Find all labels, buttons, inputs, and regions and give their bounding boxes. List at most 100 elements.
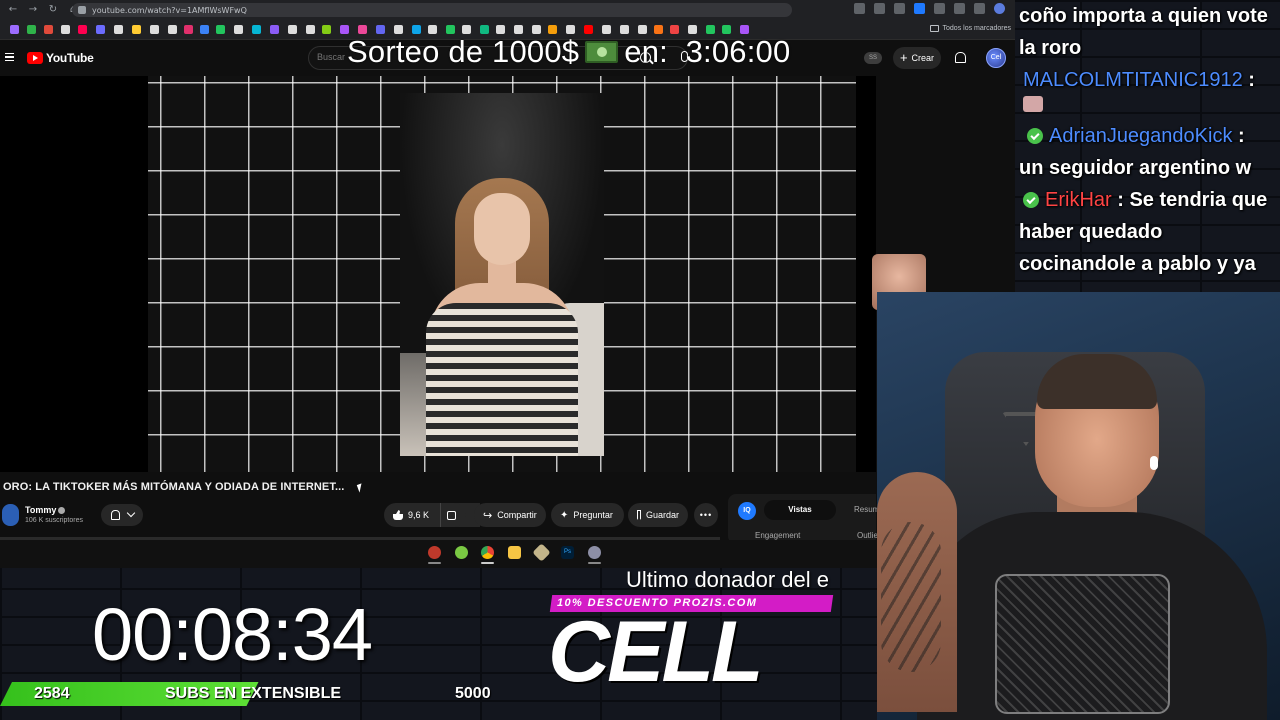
extension-icon[interactable] <box>914 3 925 14</box>
photoshop-icon[interactable]: Ps <box>561 546 574 559</box>
account-avatar[interactable]: Cel <box>986 48 1006 68</box>
bookmark-icon[interactable] <box>412 25 421 34</box>
bookmark-icon[interactable] <box>252 25 261 34</box>
subs-goal-target: 5000 <box>455 685 491 702</box>
extensions-puzzle-icon[interactable] <box>954 3 965 14</box>
share-button[interactable]: ↪ Compartir <box>474 503 546 527</box>
spotify-icon[interactable] <box>455 546 468 559</box>
bookmark-icon[interactable] <box>566 25 575 34</box>
subs-current: 2584 <box>34 685 70 702</box>
bookmark-icon[interactable] <box>706 25 715 34</box>
all-bookmarks-folder[interactable]: Todos los marcadores <box>929 25 1011 32</box>
bookmark-icon[interactable] <box>78 25 87 34</box>
bookmark-icon[interactable] <box>234 25 243 34</box>
download-icon[interactable] <box>974 3 985 14</box>
bookmark-icon[interactable] <box>462 25 471 34</box>
bookmark-icon[interactable] <box>446 25 455 34</box>
bookmark-icon[interactable] <box>306 25 315 34</box>
chat-emote <box>1023 96 1043 112</box>
subs-goal-label: SUBS EN EXTENSIBLE <box>165 685 342 702</box>
bookmark-icon[interactable] <box>168 25 177 34</box>
zoom-icon[interactable] <box>854 3 865 14</box>
bookmark-icon[interactable] <box>322 25 331 34</box>
bookmark-icon[interactable] <box>200 25 209 34</box>
bookmark-icon[interactable] <box>288 25 297 34</box>
file-explorer-icon[interactable] <box>508 546 521 559</box>
bookmark-icon[interactable] <box>654 25 663 34</box>
vidiq-panel: IQ Vistas Resumen Engagement Outlier <box>728 494 888 544</box>
vidiq-icon[interactable]: IQ <box>738 502 756 520</box>
dislike-button[interactable] <box>440 503 466 527</box>
reload-icon[interactable]: ↻ <box>46 3 60 17</box>
bookmark-icon[interactable] <box>514 25 523 34</box>
bookmark-icon[interactable] <box>638 25 647 34</box>
bookmark-icon[interactable] <box>27 25 36 34</box>
save-button[interactable]: Guardar <box>628 503 688 527</box>
more-actions-button[interactable]: ••• <box>694 503 718 527</box>
create-button[interactable]: + Crear <box>893 47 941 69</box>
channel-name[interactable]: Tommy <box>25 505 66 515</box>
bookmark-icon[interactable] <box>496 25 505 34</box>
back-icon[interactable]: ← <box>6 3 20 17</box>
ask-button[interactable]: ✦ Preguntar <box>551 503 624 527</box>
chat-line: AdrianJuegandoKick : <box>1019 120 1280 152</box>
bookmark-icon[interactable] <box>216 25 225 34</box>
channel-avatar[interactable] <box>2 504 19 526</box>
screenshot-icon[interactable] <box>874 3 885 14</box>
video-player[interactable] <box>0 76 876 472</box>
chat-message-text: : <box>1232 125 1245 147</box>
bookmark-icon[interactable] <box>602 25 611 34</box>
bookmark-icon[interactable] <box>394 25 403 34</box>
star-icon[interactable] <box>894 3 905 14</box>
chat-line: cocinandole a pablo y ya <box>1019 248 1280 280</box>
tab-vistas[interactable]: Vistas <box>764 500 836 520</box>
url-field[interactable]: youtube.com/watch?v=1AMflWsWFwQ <box>72 3 792 17</box>
youtube-play-icon <box>27 52 43 64</box>
last-donor-title: Ultimo donador del e <box>626 567 830 592</box>
bookmark-icon[interactable] <box>548 25 557 34</box>
bookmark-icon[interactable] <box>688 25 697 34</box>
chrome-icon[interactable] <box>481 546 494 559</box>
obs-icon[interactable] <box>428 546 441 559</box>
bookmark-icon[interactable] <box>44 25 53 34</box>
bookmark-icon[interactable] <box>532 25 541 34</box>
bookmark-icon[interactable] <box>722 25 731 34</box>
bookmark-icon[interactable] <box>114 25 123 34</box>
webcam-feed <box>877 292 1280 720</box>
bookmark-icon[interactable] <box>270 25 279 34</box>
site-info-icon[interactable] <box>78 6 86 14</box>
bookmark-icon[interactable] <box>740 25 749 34</box>
chat-username: MALCOLMTITANIC1912 <box>1023 69 1243 91</box>
notifications-bell-icon[interactable] <box>955 52 966 63</box>
active-indicator <box>481 562 494 564</box>
bookmark-icon[interactable] <box>340 25 349 34</box>
video-frame <box>400 93 604 456</box>
bookmark-icon[interactable] <box>132 25 141 34</box>
bookmark-icon[interactable] <box>480 25 489 34</box>
app-icon[interactable] <box>588 546 601 559</box>
app-icon[interactable] <box>532 543 551 562</box>
forward-icon[interactable]: → <box>26 3 40 17</box>
chat-line: MALCOLMTITANIC1912 : <box>1019 64 1280 96</box>
bookmark-icon[interactable] <box>96 25 105 34</box>
bookmark-icon[interactable] <box>620 25 629 34</box>
subscription-bell-button[interactable] <box>101 504 143 526</box>
bookmark-icon[interactable] <box>184 25 193 34</box>
bookmark-icon[interactable] <box>376 25 385 34</box>
bookmark-icon[interactable] <box>358 25 367 34</box>
bookmark-icon[interactable] <box>428 25 437 34</box>
bookmark-icon[interactable] <box>150 25 159 34</box>
extension-icon[interactable] <box>934 3 945 14</box>
profile-icon[interactable] <box>994 3 1005 14</box>
share-arrow-icon: ↪ <box>483 508 493 522</box>
chat-username: AdrianJuegandoKick <box>1049 125 1233 147</box>
bookmark-icon[interactable] <box>10 25 19 34</box>
youtube-logo[interactable]: YouTube <box>27 51 94 65</box>
keyboard-badge[interactable]: SS <box>864 52 882 64</box>
bookmark-icon[interactable] <box>584 25 593 34</box>
arm-tattoo <box>881 522 941 672</box>
chat-message-text: haber quedado <box>1019 221 1163 243</box>
bookmark-icon[interactable] <box>670 25 679 34</box>
bookmark-icon[interactable] <box>61 25 70 34</box>
menu-icon[interactable] <box>5 53 14 61</box>
